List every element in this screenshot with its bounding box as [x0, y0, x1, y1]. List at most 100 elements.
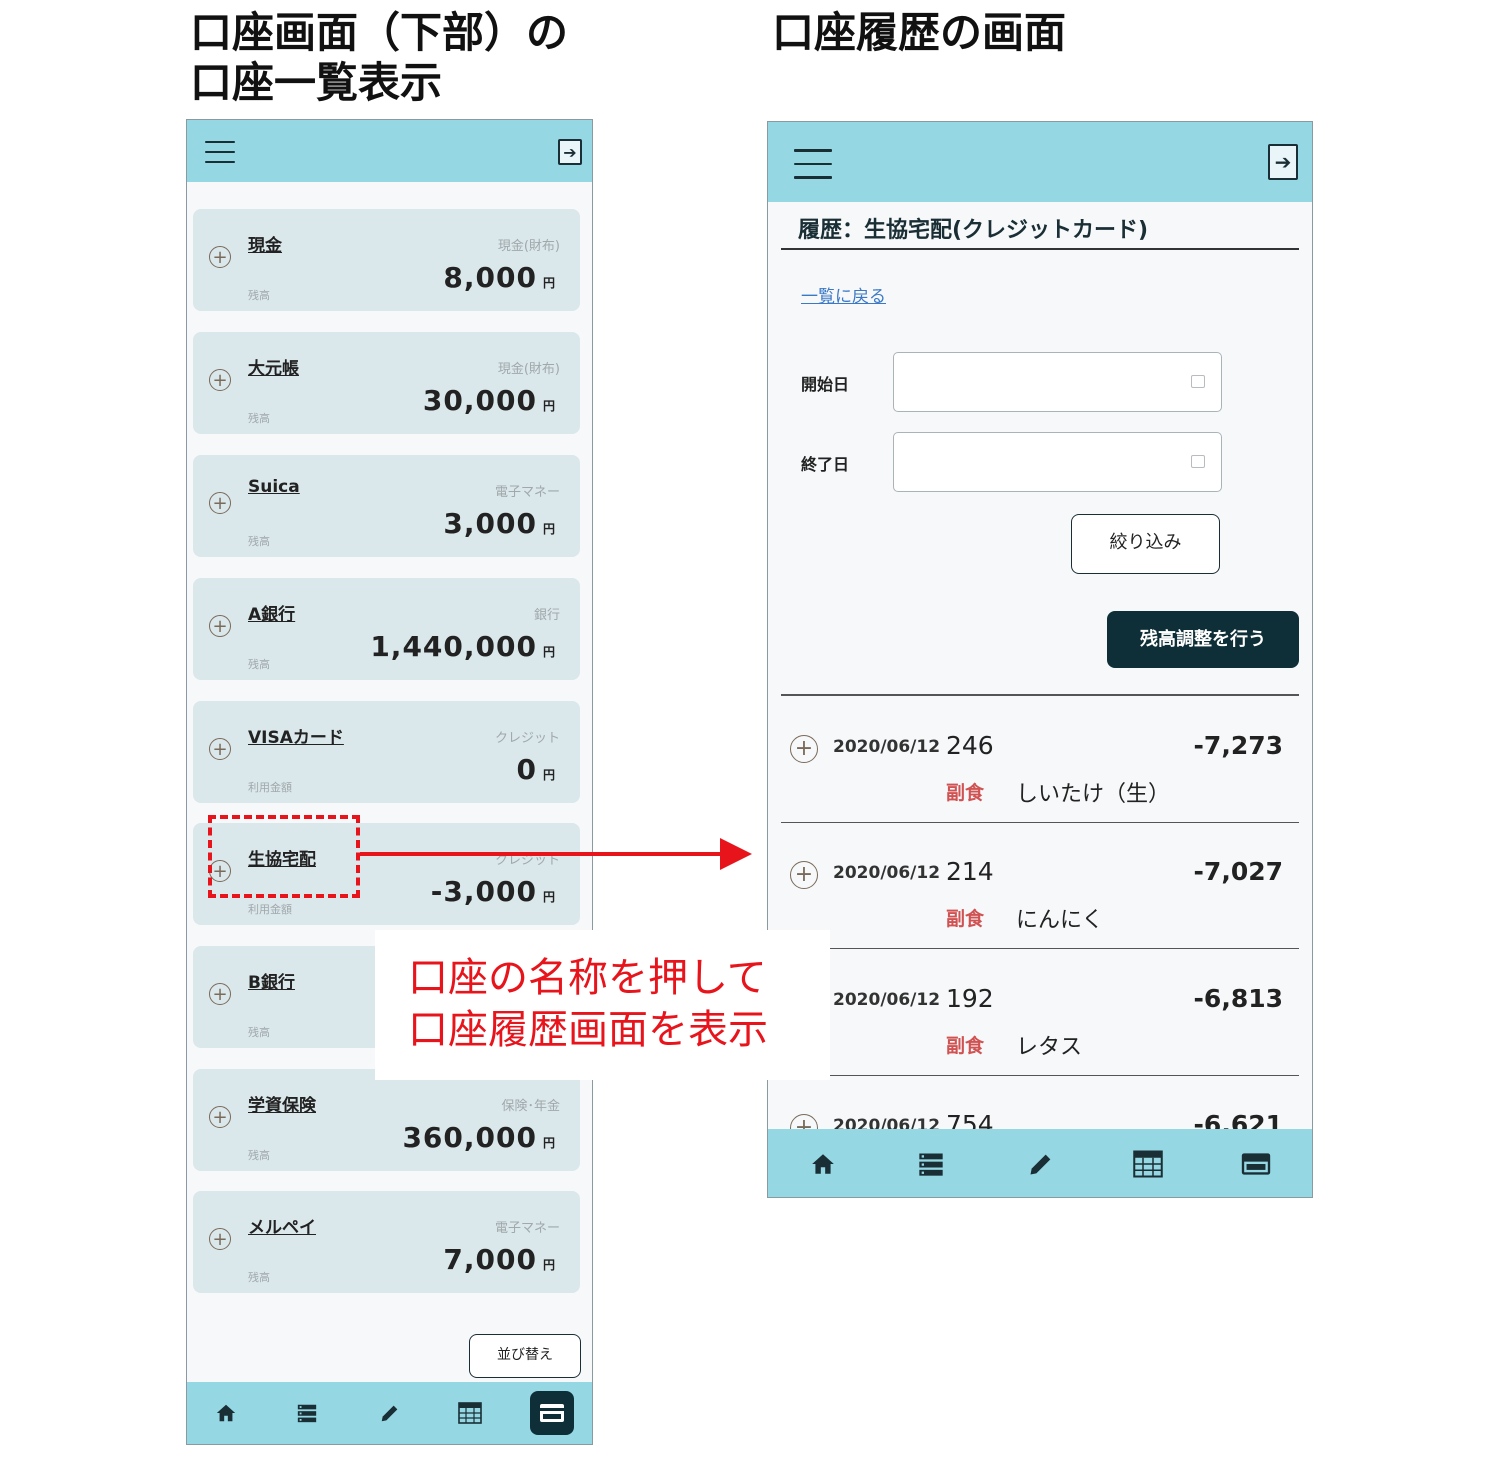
expand-plus-icon[interactable]: + [209, 738, 231, 760]
account-name-link[interactable]: 学資保険 [248, 1091, 316, 1116]
account-type: 銀行 [533, 608, 560, 623]
currency-unit: 円 [542, 276, 556, 290]
expand-plus-icon[interactable]: + [209, 492, 231, 514]
amount-label: 残高 [248, 412, 270, 425]
account-name-link[interactable]: Suica [248, 477, 300, 497]
transaction-row: +2020/06/12 214 -7,027 副食 にんにく [781, 823, 1299, 949]
expand-plus-icon[interactable]: + [790, 735, 818, 763]
account-type: 現金(財布) [497, 362, 560, 377]
transaction-date: 2020/06/12 [833, 863, 941, 883]
account-type: クレジット [494, 731, 560, 746]
transaction-amount: -7,273 [1193, 731, 1283, 760]
currency-unit: 円 [542, 768, 556, 782]
filter-button[interactable]: 絞り込み [1071, 514, 1220, 574]
account-amount: 7,000 円 [443, 1243, 556, 1276]
transaction-amount: -6,813 [1193, 984, 1283, 1013]
expand-plus-icon[interactable]: + [209, 983, 231, 1005]
pencil-icon[interactable] [375, 1399, 405, 1427]
bottom-nav [187, 1382, 592, 1444]
callout-line2: 口座履歴画面を表示 [408, 1007, 768, 1053]
left-heading-line2: 口座一覧表示 [190, 58, 443, 107]
expand-plus-icon[interactable]: + [209, 246, 231, 268]
currency-unit: 円 [542, 1258, 556, 1272]
row-divider [781, 947, 1299, 949]
menu-icon[interactable] [794, 149, 832, 179]
account-name-link[interactable]: B銀行 [248, 968, 295, 993]
transaction-row: +2020/06/12192-6,813副食レタス [781, 950, 1299, 1076]
account-card: + A銀行 銀行 1,440,000 円残高 [193, 578, 580, 680]
expand-plus-icon[interactable]: + [209, 369, 231, 391]
account-name-link[interactable]: メルペイ [248, 1213, 316, 1238]
bottom-nav [768, 1129, 1312, 1197]
account-card: + VISAカード クレジット 0 円利用金額 [193, 701, 580, 803]
list-icon[interactable] [292, 1399, 322, 1427]
account-amount: 3,000 円 [443, 507, 556, 540]
left-heading-line1: 口座画面（下部）の [190, 8, 569, 57]
table-icon[interactable] [455, 1399, 485, 1427]
amount-label: 残高 [248, 658, 270, 671]
account-card: + 学資保険 保険･年金 360,000 円残高 [193, 1069, 580, 1171]
transaction-category: 副食 [946, 908, 985, 930]
transaction-category: 副食 [946, 1035, 985, 1057]
expand-plus-icon[interactable]: + [209, 615, 231, 637]
currency-unit: 円 [542, 522, 556, 536]
expand-plus-icon[interactable]: + [209, 1228, 231, 1250]
home-icon[interactable] [806, 1149, 840, 1179]
amount-value: 7,000 [443, 1243, 537, 1276]
transaction-category: 副食 [946, 782, 985, 804]
expand-plus-icon[interactable]: + [790, 861, 818, 889]
amount-label: 利用金額 [248, 903, 292, 916]
amount-label: 利用金額 [248, 781, 292, 794]
transaction-id: 246 [946, 731, 994, 760]
pencil-icon[interactable] [1024, 1149, 1058, 1179]
logout-icon[interactable]: ➔ [1268, 144, 1298, 180]
amount-value: 1,440,000 [370, 630, 537, 663]
transaction-date: 2020/06/12 [833, 737, 941, 757]
account-name-link[interactable]: 現金 [248, 231, 282, 256]
account-amount: -3,000 円 [431, 875, 556, 908]
amount-value: 3,000 [443, 507, 537, 540]
account-history-screen: ➔ 履歴：生協宅配(クレジットカード) 一覧に戻る 開始日 終了日 絞り込み 残… [767, 121, 1313, 1198]
top-bar: ➔ [768, 122, 1312, 202]
list-divider [781, 694, 1299, 696]
highlight-account-name [208, 815, 360, 898]
start-date-input[interactable] [893, 352, 1222, 412]
transaction-item: にんにく [1016, 908, 1104, 933]
account-name-link[interactable]: 大元帳 [248, 354, 299, 379]
amount-label: 残高 [248, 535, 270, 548]
balance-adjust-button[interactable]: 残高調整を行う [1107, 611, 1299, 668]
wallet-icon[interactable] [1239, 1149, 1273, 1179]
account-type: 保険･年金 [501, 1099, 560, 1114]
account-amount: 8,000 円 [443, 261, 556, 294]
amount-value: 360,000 [402, 1121, 537, 1154]
logout-icon[interactable]: ➔ [558, 139, 582, 165]
account-amount: 360,000 円 [402, 1121, 556, 1154]
account-name-link[interactable]: A銀行 [248, 600, 295, 625]
history-title: 履歴：生協宅配(クレジットカード) [798, 218, 1149, 243]
sort-button[interactable]: 並び替え [469, 1334, 581, 1378]
home-icon[interactable] [211, 1399, 241, 1427]
wallet-icon[interactable] [530, 1391, 574, 1435]
account-type: 現金(財布) [497, 239, 560, 254]
top-bar: ➔ [187, 120, 592, 182]
end-date-input[interactable] [893, 432, 1222, 492]
annotation-callout: 口座の名称を押して 口座履歴画面を表示 [375, 930, 830, 1080]
transaction-row: +2020/06/12 246 -7,273 副食 しいたけ（生） [781, 697, 1299, 823]
currency-unit: 円 [542, 1136, 556, 1150]
menu-icon[interactable] [205, 141, 235, 163]
back-to-list-link[interactable]: 一覧に戻る [801, 282, 886, 307]
account-card: + メルペイ 電子マネー 7,000 円残高 [193, 1191, 580, 1293]
currency-unit: 円 [542, 890, 556, 904]
amount-value: 0 [516, 753, 537, 786]
list-icon[interactable] [914, 1149, 948, 1179]
end-date-label: 終了日 [801, 455, 850, 474]
expand-plus-icon[interactable]: + [209, 1106, 231, 1128]
callout-line1: 口座の名称を押して [408, 955, 767, 1001]
table-icon[interactable] [1131, 1149, 1165, 1179]
annotation-arrow [360, 852, 725, 856]
account-name-link[interactable]: VISAカード [248, 723, 344, 748]
amount-label: 残高 [248, 289, 270, 302]
account-type: 電子マネー [494, 1221, 560, 1236]
amount-label: 残高 [248, 1271, 270, 1284]
transaction-date: 2020/06/12 [833, 990, 941, 1010]
